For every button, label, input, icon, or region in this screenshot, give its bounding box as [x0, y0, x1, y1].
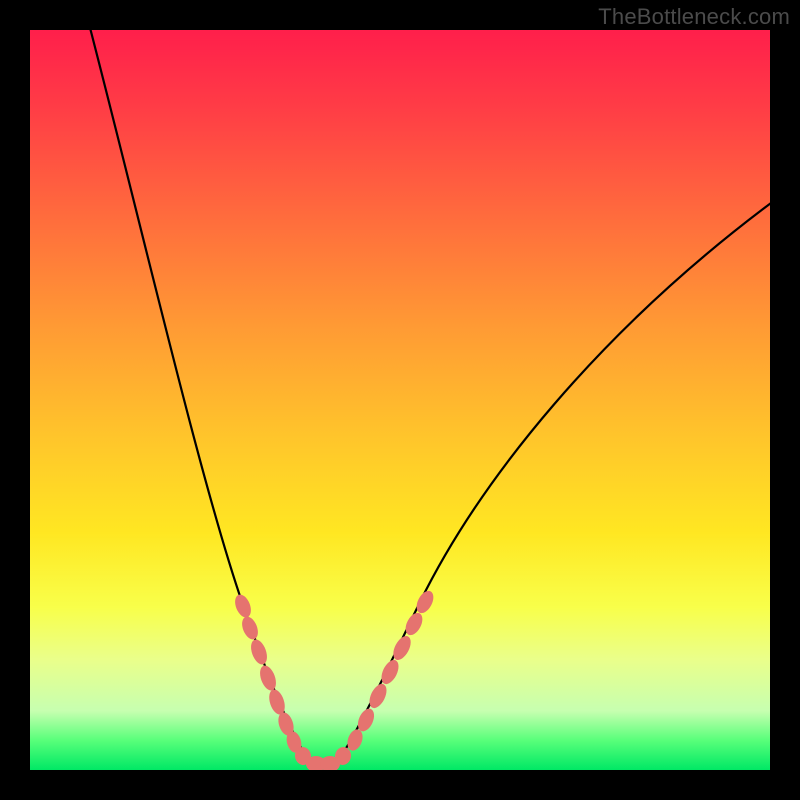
- data-dot: [239, 614, 261, 641]
- data-dot: [248, 637, 270, 666]
- curve-right: [330, 200, 770, 770]
- frame: TheBottleneck.com: [0, 0, 800, 800]
- curve-left: [88, 30, 316, 770]
- data-dot: [232, 592, 254, 619]
- dot-layer: [232, 588, 437, 770]
- chart-svg: [30, 30, 770, 770]
- data-dot: [413, 588, 437, 616]
- data-dot: [257, 663, 279, 692]
- plot-area: [30, 30, 770, 770]
- watermark-text: TheBottleneck.com: [598, 4, 790, 30]
